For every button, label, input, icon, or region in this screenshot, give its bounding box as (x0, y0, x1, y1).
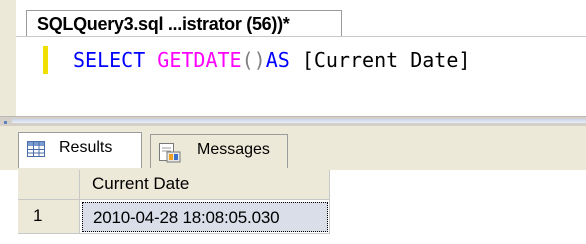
query-document-tab[interactable]: SQLQuery3.sql ...istrator (56))* (26, 10, 342, 36)
results-tabbar: Results Messages (0, 126, 586, 170)
sql-query-window: SQLQuery3.sql ...istrator (56))* SELECT … (0, 0, 586, 244)
row-number: 1 (33, 206, 43, 225)
grid-corner-cell[interactable] (18, 170, 80, 200)
table-cell[interactable]: 2010-04-28 18:08:05.030 (80, 200, 330, 234)
splitter-grip-icon (4, 121, 7, 124)
editor-top-border (16, 36, 586, 37)
row-header[interactable]: 1 (18, 200, 80, 234)
document-tabstrip: SQLQuery3.sql ...istrator (56))* (0, 0, 586, 36)
getdate-function: GETDATE (157, 48, 242, 72)
column-header[interactable]: Current Date (80, 170, 330, 200)
code-line-1: SELECT GETDATE()AS [Current Date] (73, 48, 470, 72)
tab-results[interactable]: Results (18, 132, 142, 168)
column-header-label: Current Date (92, 174, 190, 193)
column-alias: [Current Date] (301, 48, 471, 72)
function-parens: () (241, 48, 266, 72)
results-grid[interactable]: Current Date 1 2010-04-28 18:08:05.030 (18, 170, 586, 244)
tab-messages[interactable]: Messages (150, 134, 288, 168)
query-document-tab-label: SQLQuery3.sql ...istrator (56))* (37, 14, 290, 34)
horizontal-scrollbar[interactable] (12, 119, 586, 123)
grid-header-row: Current Date (18, 170, 586, 200)
tab-results-label: Results (59, 139, 113, 156)
pane-splitter[interactable] (0, 116, 586, 126)
change-indicator-bar (43, 46, 48, 74)
messages-icon (159, 143, 181, 163)
grid-icon (27, 141, 45, 157)
selected-cell-highlight: 2010-04-28 18:08:05.030 (82, 202, 328, 232)
results-pane: Results Messages Current Date 1 2010-04-… (0, 126, 586, 244)
query-editor[interactable]: SELECT GETDATE()AS [Current Date] (16, 36, 586, 116)
select-keyword: SELECT (73, 48, 146, 72)
tab-messages-label: Messages (197, 141, 270, 158)
cell-value: 2010-04-28 18:08:05.030 (93, 208, 280, 227)
as-keyword: AS (265, 48, 290, 72)
